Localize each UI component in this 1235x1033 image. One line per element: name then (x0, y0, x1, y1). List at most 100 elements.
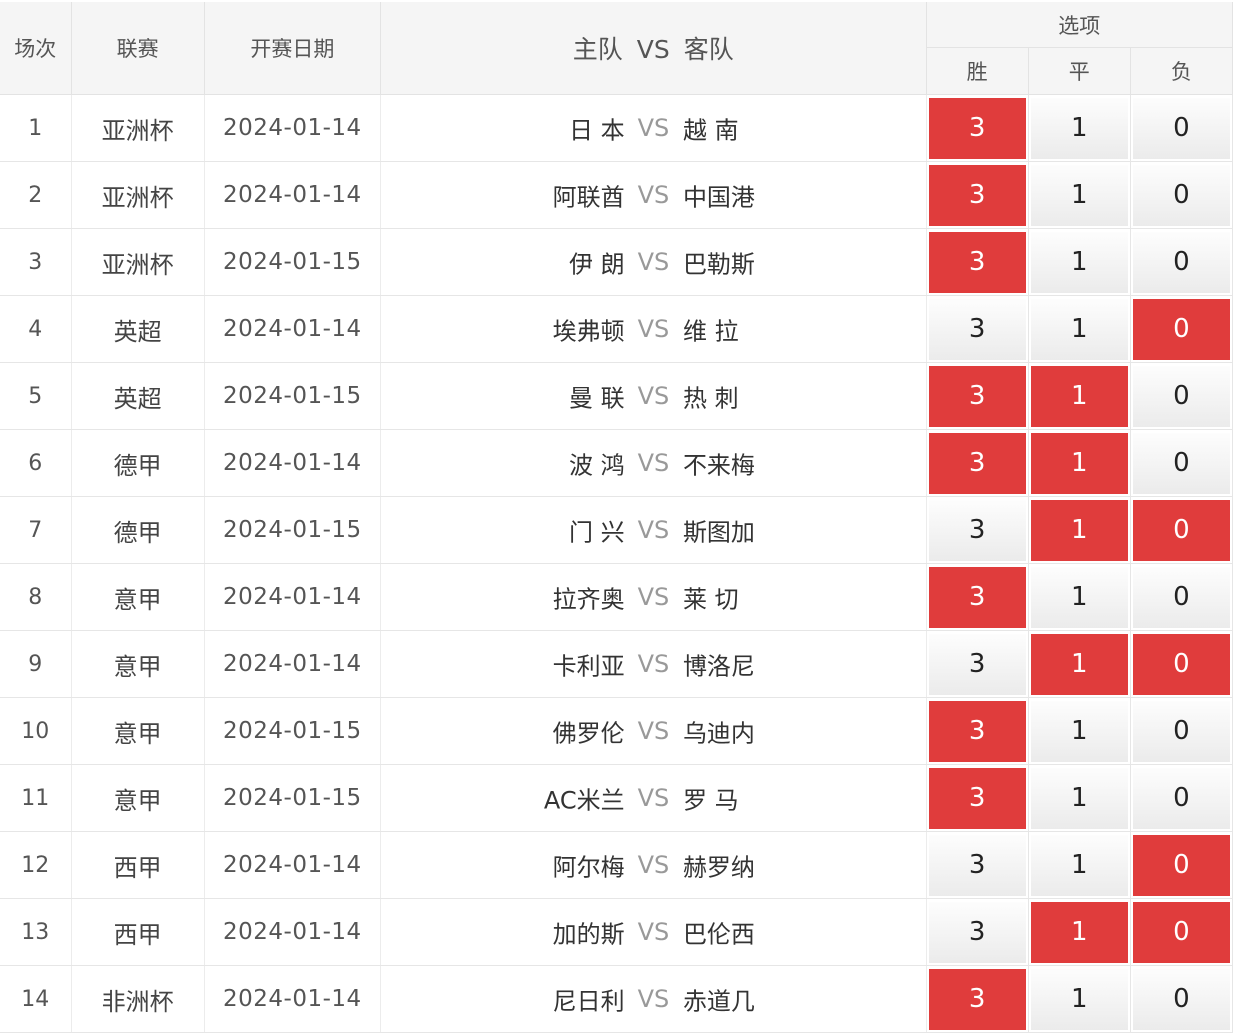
match-date: 2024-01-14 (204, 831, 381, 899)
match-teams: 埃弗顿 VS 维 拉 (380, 295, 927, 363)
option-draw-button[interactable]: 1 (1030, 164, 1128, 226)
match-date: 2024-01-14 (204, 429, 381, 497)
option-cell-draw: 1 (1028, 94, 1131, 162)
option-loss-button[interactable]: 0 (1132, 767, 1230, 829)
option-win-button[interactable]: 3 (928, 968, 1026, 1030)
option-win-button[interactable]: 3 (928, 432, 1026, 494)
option-loss-button[interactable]: 0 (1132, 97, 1230, 159)
header-vs: VS (636, 35, 670, 64)
option-cell-loss: 0 (1130, 295, 1234, 363)
match-teams: 日 本 VS 越 南 (380, 94, 927, 162)
match-number: 3 (0, 228, 72, 296)
option-cell-draw: 1 (1028, 898, 1131, 966)
option-draw-button[interactable]: 1 (1030, 633, 1128, 695)
option-loss-button[interactable]: 0 (1132, 901, 1230, 963)
home-team: 日 本 (568, 116, 625, 145)
option-cell-loss: 0 (1130, 965, 1234, 1033)
option-loss-button[interactable]: 0 (1132, 365, 1230, 427)
option-cell-win: 3 (926, 496, 1029, 564)
option-draw-button[interactable]: 1 (1030, 901, 1128, 963)
option-cell-loss: 0 (1130, 764, 1234, 832)
option-draw-button[interactable]: 1 (1030, 700, 1128, 762)
option-cell-draw: 1 (1028, 228, 1131, 296)
option-cell-draw: 1 (1028, 429, 1131, 497)
header-draw: 平 (1028, 47, 1131, 95)
option-win-button[interactable]: 3 (928, 231, 1026, 293)
table-row: 8 意甲 2024-01-14 拉齐奥 VS 莱 切 310 (0, 563, 1234, 631)
option-win-button[interactable]: 3 (928, 164, 1026, 226)
option-loss-button[interactable]: 0 (1132, 231, 1230, 293)
option-win-button[interactable]: 3 (928, 298, 1026, 360)
home-team: 加的斯 (552, 920, 625, 949)
vs-label: VS (637, 985, 670, 1013)
option-cell-win: 3 (926, 965, 1029, 1033)
option-draw-button[interactable]: 1 (1030, 834, 1128, 896)
option-draw-button[interactable]: 1 (1030, 365, 1128, 427)
option-loss-button[interactable]: 0 (1132, 432, 1230, 494)
option-cell-draw: 1 (1028, 697, 1131, 765)
vs-label: VS (637, 583, 670, 611)
header-date: 开赛日期 (204, 2, 381, 95)
away-team: 罗 马 (682, 786, 739, 815)
option-draw-button[interactable]: 1 (1030, 499, 1128, 561)
vs-label: VS (637, 784, 670, 812)
option-cell-loss: 0 (1130, 697, 1234, 765)
option-win-button[interactable]: 3 (928, 633, 1026, 695)
option-cell-loss: 0 (1130, 161, 1234, 229)
option-win-button[interactable]: 3 (928, 499, 1026, 561)
option-loss-button[interactable]: 0 (1132, 499, 1230, 561)
option-loss-button[interactable]: 0 (1132, 164, 1230, 226)
match-date: 2024-01-14 (204, 161, 381, 229)
option-win-button[interactable]: 3 (928, 365, 1026, 427)
option-cell-draw: 1 (1028, 563, 1131, 631)
option-loss-button[interactable]: 0 (1132, 834, 1230, 896)
option-draw-button[interactable]: 1 (1030, 298, 1128, 360)
table-row: 14 非洲杯 2024-01-14 尼日利 VS 赤道几 3 1 0 (0, 965, 1234, 1033)
option-draw-button[interactable]: 1 (1030, 97, 1128, 159)
match-number: 14 (0, 965, 72, 1033)
league-name: 亚洲杯 (71, 228, 205, 296)
league-name: 意甲 (71, 697, 205, 765)
match-teams: 曼 联 VS 热 刺 (380, 362, 927, 430)
table-row: 9 意甲 2024-01-14 卡利亚 VS 博洛尼 3 1 0 (0, 630, 1234, 698)
option-loss-button[interactable]: 0 (1132, 968, 1230, 1030)
option-win-button[interactable]: 3 (928, 566, 1026, 628)
home-team: 卡利亚 (552, 652, 625, 681)
option-draw-button[interactable]: 1 (1030, 432, 1128, 494)
league-name: 意甲 (71, 563, 205, 631)
option-cell-win: 3 (926, 630, 1029, 698)
option-loss-button[interactable]: 0 (1132, 566, 1230, 628)
option-loss-button[interactable]: 0 (1132, 633, 1230, 695)
table-row: 7 德甲 2024-01-15 门 兴 VS 斯图加 3 1 0 (0, 496, 1234, 564)
header-away: 客队 (683, 35, 734, 64)
table-row: 12 西甲 2024-01-14 阿尔梅 VS 赫罗纳 3 1 0 (0, 831, 1234, 899)
option-draw-button[interactable]: 1 (1030, 231, 1128, 293)
home-team: 佛罗伦 (552, 719, 625, 748)
vs-label: VS (637, 516, 670, 544)
option-cell-draw: 1 (1028, 831, 1131, 899)
league-name: 非洲杯 (71, 965, 205, 1033)
match-teams: 阿尔梅 VS 赫罗纳 (380, 831, 927, 899)
vs-label: VS (637, 851, 670, 879)
vs-label: VS (637, 717, 670, 745)
away-team: 赤道几 (682, 987, 755, 1016)
header-home: 主队 (572, 35, 623, 64)
option-win-button[interactable]: 3 (928, 700, 1026, 762)
option-draw-button[interactable]: 1 (1030, 767, 1128, 829)
home-team: AC米兰 (543, 786, 625, 815)
option-draw-button[interactable]: 1 (1030, 968, 1128, 1030)
option-cell-win: 3 (926, 563, 1029, 631)
option-win-button[interactable]: 3 (928, 834, 1026, 896)
away-team: 维 拉 (682, 317, 739, 346)
option-win-button[interactable]: 3 (928, 97, 1026, 159)
league-name: 英超 (71, 362, 205, 430)
match-date: 2024-01-15 (204, 228, 381, 296)
option-draw-button[interactable]: 1 (1030, 566, 1128, 628)
league-name: 英超 (71, 295, 205, 363)
option-win-button[interactable]: 3 (928, 901, 1026, 963)
league-name: 德甲 (71, 496, 205, 564)
vs-label: VS (637, 650, 670, 678)
option-loss-button[interactable]: 0 (1132, 700, 1230, 762)
option-win-button[interactable]: 3 (928, 767, 1026, 829)
option-loss-button[interactable]: 0 (1132, 298, 1230, 360)
